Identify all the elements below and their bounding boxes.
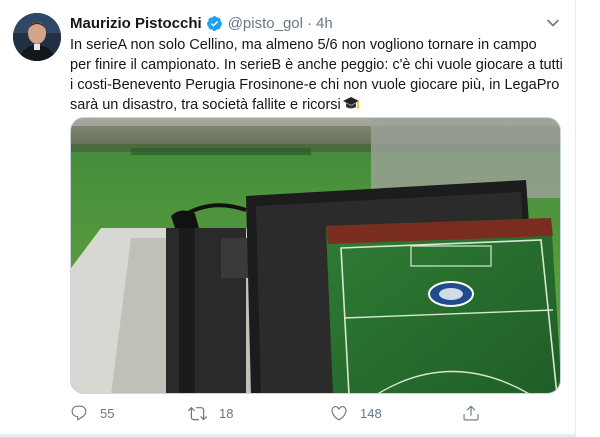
like-count: 148 bbox=[360, 405, 382, 421]
tweet-text: In serieA non solo Cellino, ma almeno 5/… bbox=[70, 35, 570, 117]
verified-badge-icon bbox=[206, 15, 223, 32]
retweet-count: 18 bbox=[219, 405, 234, 421]
author-handle[interactable]: @pisto_gol bbox=[228, 15, 303, 32]
reply-icon bbox=[70, 404, 88, 422]
tweet-text-line: In serieA non solo Cellino, ma almeno 5/… bbox=[70, 37, 537, 53]
tweet-action-bar: 55 18 148 bbox=[70, 400, 490, 426]
header-separator: · bbox=[306, 14, 312, 32]
reply-button[interactable]: 55 bbox=[70, 400, 114, 426]
share-icon bbox=[462, 404, 480, 422]
like-button[interactable]: 148 bbox=[330, 400, 382, 426]
avatar[interactable] bbox=[13, 13, 61, 61]
tweet-text-line: per finire il campionato. In serieB è an… bbox=[70, 57, 563, 73]
tweet-menu-chevron-down-icon[interactable] bbox=[544, 14, 562, 32]
author-name[interactable]: Maurizio Pistocchi bbox=[70, 15, 202, 32]
graduation-cap-icon bbox=[342, 95, 360, 117]
avatar-photo bbox=[13, 13, 61, 61]
tweet-text-line-last: sarà un disastro, tra società fallite e … bbox=[70, 95, 570, 117]
retweet-icon bbox=[188, 404, 207, 423]
reply-count: 55 bbox=[100, 405, 115, 421]
tweet-header: Maurizio Pistocchi @pisto_gol · 4h bbox=[70, 12, 333, 34]
tv-camera-over-football-pitch-photo bbox=[71, 118, 560, 393]
retweet-button[interactable]: 18 bbox=[188, 400, 233, 426]
heart-icon bbox=[330, 404, 348, 422]
tweet-text-line: sarà un disastro, tra società fallite e … bbox=[70, 97, 341, 113]
share-button[interactable] bbox=[462, 400, 480, 426]
tweet-text-line: i costi-Benevento Perugia Frosinone-e ch… bbox=[70, 77, 560, 93]
tweet-media-photo[interactable] bbox=[70, 117, 561, 394]
tweet-timestamp[interactable]: 4h bbox=[316, 15, 333, 32]
timeline-right-border bbox=[575, 0, 576, 437]
